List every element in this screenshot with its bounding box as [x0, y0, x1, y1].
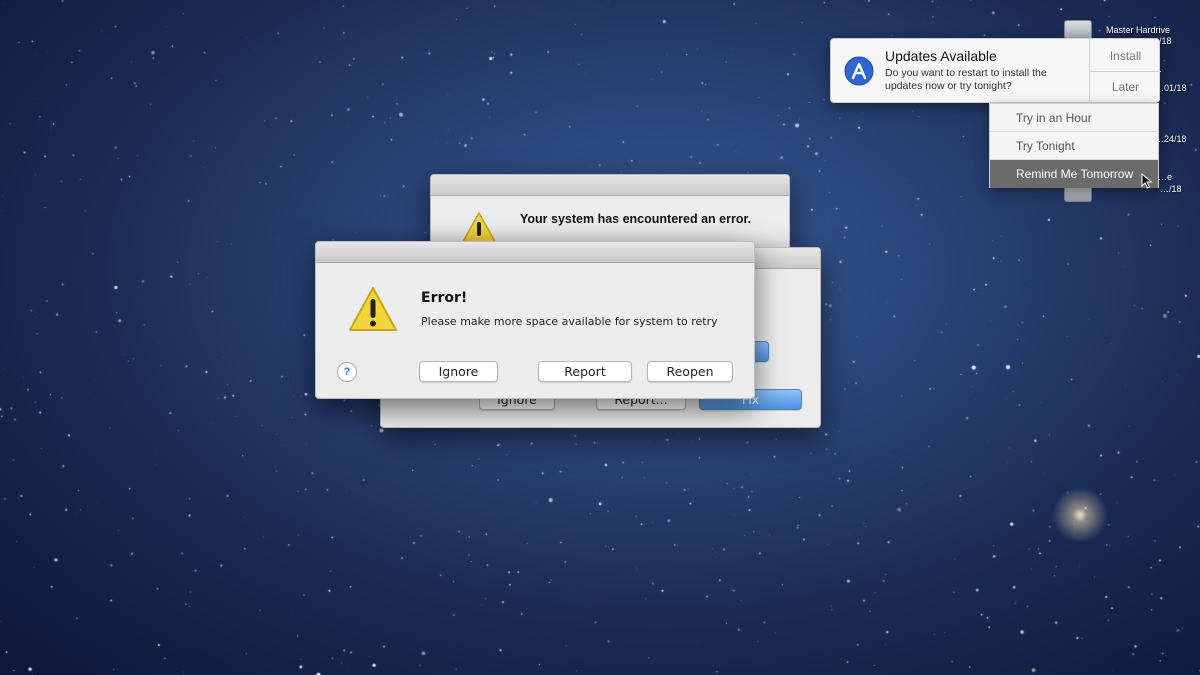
help-button[interactable]: ? [337, 362, 357, 382]
menu-item-remind-me-tomorrow[interactable]: Remind Me Tomorrow [990, 160, 1158, 188]
error-title: Error! [421, 290, 468, 306]
desktop-item-date: …/18 [1160, 184, 1182, 194]
title-bar[interactable] [316, 242, 754, 263]
error-title: Your system has encountered an error. [520, 212, 752, 226]
install-button[interactable]: Install [1090, 40, 1161, 72]
desktop-item-date: …24/18 [1155, 134, 1187, 144]
warning-icon [349, 287, 397, 331]
notification-message: Do you want to restart to install the up… [885, 67, 1047, 92]
report-button[interactable]: Report [538, 361, 632, 382]
title-bar[interactable] [431, 175, 789, 196]
app-store-icon [844, 56, 874, 86]
desktop-item-label: …e [1158, 172, 1173, 182]
mouse-cursor-icon [1141, 173, 1153, 189]
help-icon: ? [343, 366, 351, 378]
error-message: Please make more space available for sys… [421, 315, 718, 328]
later-button[interactable]: Later [1090, 71, 1161, 103]
later-options-menu: Try in an Hour Try Tonight Remind Me Tom… [989, 103, 1159, 188]
front-error-dialog: Error! Please make more space available … [315, 241, 755, 399]
reopen-button[interactable]: Reopen [647, 361, 733, 382]
menu-item-try-in-an-hour[interactable]: Try in an Hour [990, 104, 1158, 132]
desktop-item-label: Master Hardrive [1106, 25, 1171, 35]
menu-item-try-tonight[interactable]: Try Tonight [990, 132, 1158, 160]
ignore-button[interactable]: Ignore [419, 361, 498, 382]
updates-notification[interactable]: Updates Available Do you want to restart… [830, 38, 1161, 104]
notification-title: Updates Available [885, 48, 997, 64]
notification-actions: Install Later [1089, 39, 1161, 104]
